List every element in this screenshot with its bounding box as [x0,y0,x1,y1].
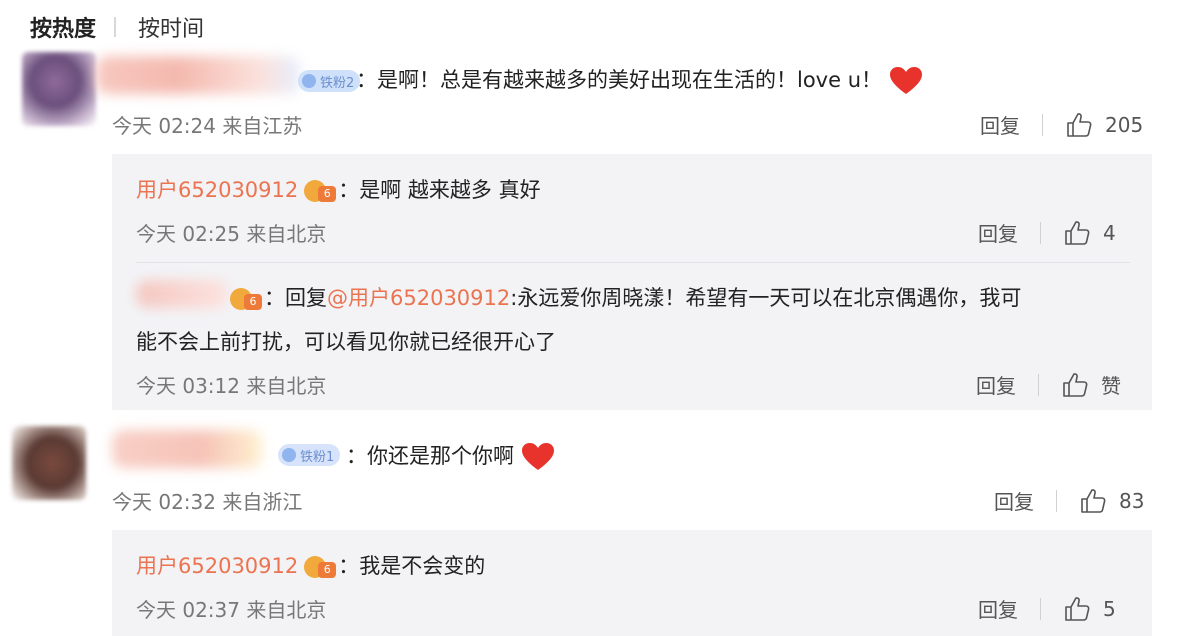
blurred-username [112,430,262,468]
reply-text: 用户652030912 6 ：是啊 越来越多 真好 [136,178,541,204]
comment-text: ：你还是那个你啊 [346,440,555,472]
reply-text-continued: 能不会上前打扰，可以看见你就已经很开心了 [136,330,556,354]
reply-username[interactable]: 用户652030912 [136,554,298,578]
like-count: 83 [1119,488,1145,513]
fan-badge: 铁粉2 [298,70,361,92]
reply-actions: 回复 4 [978,218,1116,247]
heart-icon [889,67,922,94]
thumbs-up-icon [1063,372,1088,397]
vip-icon: 6 [230,286,264,312]
reply-text: 用户652030912 6 ：我是不会变的 [136,554,486,580]
sort-tab-time[interactable]: 按时间 [138,11,204,43]
action-divider [1040,597,1041,620]
action-divider [1042,113,1043,136]
fan-crown-icon [282,448,296,462]
fan-badge: 铁粉1 [278,444,341,466]
reply-button[interactable]: 回复 [978,218,1018,247]
like-button[interactable]: 205 [1065,111,1143,139]
reply-actions: 回复 赞 [976,370,1121,399]
blurred-username [96,56,300,94]
thumbs-up-icon [1065,596,1090,621]
like-label: 赞 [1101,374,1121,398]
mention-link[interactable]: @用户652030912 [327,286,510,310]
comment-meta: 今天 02:24 来自江苏 [112,114,303,138]
thumbs-up-icon [1065,220,1090,245]
fan-crown-icon [302,74,316,88]
avatar[interactable] [12,426,86,500]
like-button[interactable]: 赞 [1061,370,1121,399]
thumbs-up-icon [1081,488,1106,513]
vip-icon: 6 [304,554,338,580]
reply-button[interactable]: 回复 [994,486,1034,515]
reply-button[interactable]: 回复 [976,370,1016,399]
like-button[interactable]: 4 [1063,219,1116,247]
blurred-username [136,280,228,308]
sort-tab-hot[interactable]: 按热度 [30,11,96,43]
action-divider [1040,221,1041,244]
like-count: 205 [1105,112,1144,137]
avatar[interactable] [22,52,96,126]
reply-button[interactable]: 回复 [978,594,1018,623]
sort-divider [114,17,117,37]
heart-icon [521,443,554,470]
comment-actions: 回复 205 [980,110,1143,139]
reply-username[interactable]: 用户652030912 [136,178,298,202]
reply-meta: 今天 03:12 来自北京 [136,374,327,398]
thumbs-up-icon [1067,112,1092,137]
reply-meta: 今天 02:25 来自北京 [136,222,327,246]
comment-actions: 回复 83 [994,486,1144,515]
action-divider [1056,489,1057,512]
reply-text: 6 ：回复@用户652030912:永远爱你周晓漾！希望有一天可以在北京偶遇你，我… [224,282,1021,312]
sort-bar: 按热度 按时间 [30,10,204,44]
action-divider [1038,373,1039,396]
vip-icon: 6 [304,178,338,204]
reply-divider [136,262,1130,263]
like-count: 4 [1103,220,1116,245]
like-button[interactable]: 5 [1063,595,1116,623]
comment-text: ：是啊！总是有越来越多的美好出现在生活的！love u！ [356,64,923,96]
like-count: 5 [1103,596,1116,621]
reply-button[interactable]: 回复 [980,110,1020,139]
reply-actions: 回复 5 [978,594,1116,623]
reply-meta: 今天 02:37 来自北京 [136,598,327,622]
comment-meta: 今天 02:32 来自浙江 [112,490,303,514]
like-button[interactable]: 83 [1079,487,1144,515]
